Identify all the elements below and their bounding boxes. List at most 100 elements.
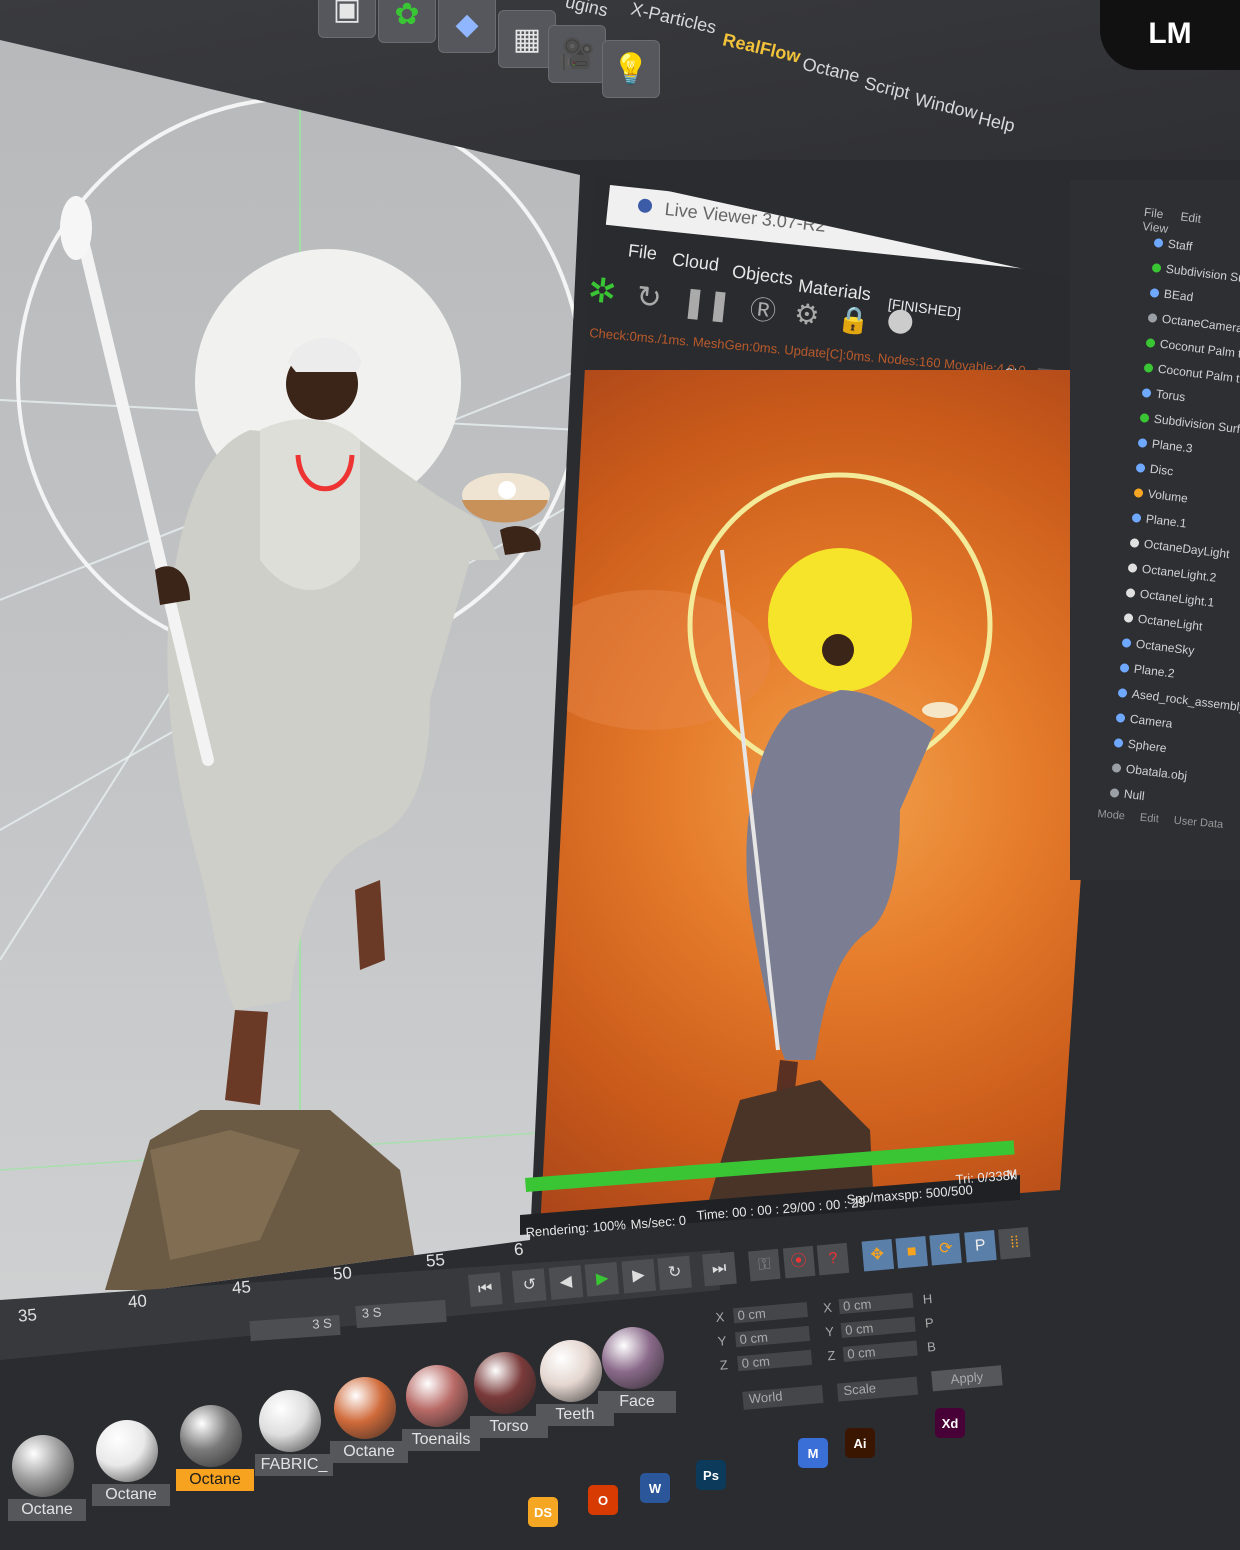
timeline-tick: 45 — [231, 1277, 252, 1298]
object-name: OctaneDayLight — [1143, 536, 1231, 562]
object-name: Plane.2 — [1133, 661, 1176, 681]
object-tree-item[interactable]: BEad — [1149, 285, 1194, 304]
restart-icon[interactable]: ↻ — [635, 279, 664, 316]
object-tree-item[interactable]: Plane.2 — [1119, 660, 1175, 681]
3d-viewport[interactable] — [0, 40, 580, 1300]
material-swatch[interactable]: Face — [598, 1327, 676, 1413]
object-tree-item[interactable]: Coconut Palm tree — [1143, 360, 1240, 388]
key-icon[interactable]: ⚿ — [748, 1248, 781, 1282]
camera-tool-icon[interactable]: 🎥 — [548, 25, 606, 83]
attr-edit[interactable]: Edit — [1139, 812, 1159, 826]
param-key-icon[interactable]: P — [964, 1229, 997, 1263]
deformer-tool-icon[interactable]: ◆ — [438, 0, 496, 53]
coord-size-field[interactable]: 0 cm — [840, 1316, 916, 1339]
menu-octane[interactable]: Octane — [800, 54, 862, 88]
step-forward-icon[interactable]: ▶ — [621, 1258, 656, 1294]
go-to-start-icon[interactable]: ⏮ — [468, 1272, 503, 1307]
menu-x-particles[interactable]: X-Particles — [629, 0, 718, 39]
object-tree-item[interactable]: OctaneSky — [1121, 635, 1195, 658]
object-tree-item[interactable]: Plane.1 — [1131, 510, 1187, 531]
coord-position-field[interactable]: 0 cm — [735, 1325, 811, 1348]
om-menu-edit[interactable]: Edit — [1180, 209, 1202, 225]
autokey-icon[interactable]: ? — [816, 1242, 850, 1276]
object-type-icon — [1115, 713, 1126, 724]
material-swatch[interactable]: Octane — [330, 1377, 408, 1463]
cube-tool-icon[interactable]: ▣ — [318, 0, 376, 38]
coord-size-field[interactable]: 0 cm — [838, 1292, 914, 1315]
object-tree-item[interactable]: OctaneLight.2 — [1127, 560, 1217, 585]
coord-rotation-label: B — [926, 1338, 937, 1355]
material-swatch[interactable]: Octane — [92, 1420, 170, 1506]
loop-forward-icon[interactable]: ↻ — [657, 1255, 693, 1291]
object-tree-item[interactable]: OctaneCamera — [1147, 310, 1240, 336]
menu-window[interactable]: Window — [912, 89, 980, 124]
object-tree-item[interactable]: Subdivision Surface — [1139, 410, 1240, 439]
live-viewer-render[interactable] — [540, 370, 1120, 1230]
settings-icon[interactable]: ⚙ — [793, 297, 821, 332]
object-tree-item[interactable]: Torus — [1141, 385, 1186, 404]
menu-realflow[interactable]: RealFlow — [721, 29, 802, 67]
object-tree-item[interactable]: Subdivision Surface — [1151, 260, 1240, 289]
play-icon[interactable]: ▶ — [584, 1261, 620, 1297]
octane-start-icon[interactable]: ✲ — [586, 270, 619, 313]
taskbar-app-icon[interactable]: Xd — [935, 1408, 965, 1438]
scale-key-icon[interactable]: ■ — [895, 1235, 928, 1269]
coord-world-select[interactable]: World — [742, 1384, 824, 1410]
grid-key-icon[interactable]: ⁞⁞ — [998, 1226, 1031, 1260]
material-swatch[interactable]: Octane — [8, 1435, 86, 1521]
taskbar-app-icon[interactable]: Ps — [696, 1460, 726, 1490]
taskbar-app-icon[interactable]: DS — [528, 1497, 558, 1527]
coord-position-field[interactable]: 0 cm — [732, 1301, 808, 1324]
material-ball-icon[interactable] — [887, 308, 914, 335]
timeline-tick: 6 — [513, 1239, 525, 1260]
object-tree-item[interactable]: Disc — [1135, 460, 1174, 478]
coord-position-field[interactable]: 0 cm — [737, 1349, 813, 1372]
object-tree-item[interactable]: OctaneLight — [1123, 610, 1203, 633]
coord-size-field[interactable]: 0 cm — [842, 1340, 918, 1362]
material-swatch[interactable]: Torso — [470, 1352, 548, 1438]
attr-mode[interactable]: Mode — [1097, 808, 1125, 822]
pause-icon[interactable]: ❚❚ — [680, 284, 734, 324]
mograph-tool-icon[interactable]: ✿ — [378, 0, 436, 43]
object-tree-item[interactable]: Null — [1109, 785, 1145, 803]
lv-menu-cloud[interactable]: Cloud — [671, 249, 720, 276]
live-viewer-window[interactable]: Live Viewer 3.07-R2 File Cloud Objects M… — [540, 175, 1120, 1230]
taskbar-app-icon[interactable]: O — [588, 1485, 618, 1515]
menu-help[interactable]: Help — [976, 108, 1017, 137]
taskbar-app-icon[interactable]: W — [640, 1473, 670, 1503]
material-swatch[interactable]: Toenails — [402, 1365, 480, 1451]
object-tree-item[interactable]: OctaneDayLight — [1129, 535, 1230, 561]
attr-user-data[interactable]: User Data — [1173, 815, 1223, 831]
object-tree-item[interactable]: OctaneLight.1 — [1125, 585, 1215, 610]
object-name: BEad — [1163, 286, 1195, 305]
coord-apply-button[interactable]: Apply — [931, 1365, 1003, 1392]
record-icon[interactable]: ⦿ — [782, 1245, 816, 1279]
object-tree-item[interactable]: Obatala.obj — [1111, 760, 1188, 783]
object-name: Volume — [1147, 486, 1189, 506]
om-menu-view[interactable]: View — [1142, 219, 1169, 236]
material-swatch[interactable]: FABRIC_ — [255, 1390, 333, 1476]
taskbar-app-icon[interactable]: Ai — [845, 1428, 875, 1458]
light-tool-icon[interactable]: 💡 — [602, 40, 660, 98]
coord-scale-select[interactable]: Scale — [836, 1376, 919, 1402]
object-tree-item[interactable]: Camera — [1115, 710, 1173, 731]
loop-icon[interactable]: ↺ — [512, 1268, 547, 1304]
region-icon[interactable]: Ⓡ — [748, 289, 778, 329]
object-tree-item[interactable]: Coconut Palm tree — [1145, 335, 1240, 363]
material-swatch[interactable]: Teeth — [536, 1340, 614, 1426]
step-back-icon[interactable]: ◀ — [548, 1265, 584, 1300]
lv-menu-file[interactable]: File — [627, 240, 658, 264]
move-key-icon[interactable]: ✥ — [861, 1238, 894, 1272]
material-swatch[interactable]: Octane — [176, 1405, 254, 1491]
rotate-key-icon[interactable]: ⟳ — [929, 1232, 963, 1266]
lock-icon[interactable]: 🔒 — [836, 303, 871, 337]
object-name: Coconut Palm tree — [1157, 361, 1240, 388]
taskbar-app-icon[interactable]: M — [798, 1438, 828, 1468]
menu-script[interactable]: Script — [862, 73, 911, 104]
object-tree-item[interactable]: Plane.3 — [1137, 435, 1193, 456]
menu-plugins[interactable]: ugins — [563, 0, 609, 22]
object-tree-item[interactable]: Volume — [1133, 485, 1189, 506]
object-type-icon — [1109, 788, 1120, 799]
object-tree-item[interactable]: Sphere — [1113, 735, 1167, 755]
go-to-end-icon[interactable]: ⏭ — [701, 1251, 737, 1287]
